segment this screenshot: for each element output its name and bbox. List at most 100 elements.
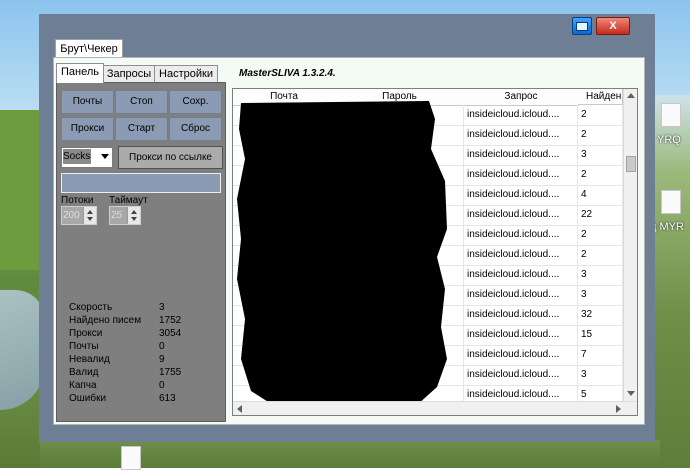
cell-query[interactable]: insideicloud.icloud....	[464, 305, 578, 325]
arrow-up-icon[interactable]	[131, 210, 137, 214]
cell-password[interactable]	[335, 185, 464, 205]
table-row[interactable]: insideicloud.icloud.... 3	[233, 265, 623, 286]
results-grid[interactable]: Почта Пароль Запрос Найден insideicloud.…	[232, 88, 638, 416]
table-row[interactable]: insideicloud.icloud.... 22	[233, 205, 623, 226]
cell-email[interactable]	[233, 185, 335, 205]
timeout-spin-buttons[interactable]	[127, 207, 140, 224]
tab-brute-checker[interactable]: Брут\Чекер	[55, 39, 123, 58]
cell-query[interactable]: insideicloud.icloud....	[464, 265, 578, 285]
cell-password[interactable]	[335, 325, 464, 345]
cell-email[interactable]	[233, 305, 335, 325]
start-button[interactable]: Старт	[115, 117, 168, 141]
cell-query[interactable]: insideicloud.icloud....	[464, 185, 578, 205]
column-header-found[interactable]: Найден	[578, 89, 623, 105]
cell-email[interactable]	[233, 285, 335, 305]
table-row[interactable]: insideicloud.icloud.... 2	[233, 225, 623, 246]
desktop-file-icon[interactable]	[661, 190, 681, 214]
cell-found[interactable]: 3	[578, 145, 623, 165]
minimize-button[interactable]	[572, 17, 592, 35]
cell-found[interactable]: 2	[578, 165, 623, 185]
timeout-stepper[interactable]: 25	[109, 206, 141, 225]
arrow-down-icon[interactable]	[87, 217, 93, 221]
table-row[interactable]: insideicloud.icloud.... 4	[233, 185, 623, 206]
cell-found[interactable]: 7	[578, 345, 623, 365]
close-button[interactable]: X	[596, 17, 630, 35]
tab-requests[interactable]: Запросы	[103, 65, 155, 82]
cell-password[interactable]	[335, 245, 464, 265]
table-row[interactable]: insideicloud.icloud.... 2	[233, 165, 623, 186]
cell-query[interactable]: insideicloud.icloud....	[464, 225, 578, 245]
cell-email[interactable]	[233, 245, 335, 265]
vertical-scrollbar[interactable]	[623, 89, 637, 401]
scroll-thumb[interactable]	[626, 156, 636, 172]
emails-button[interactable]: Почты	[61, 90, 114, 114]
proxy-button[interactable]: Прокси	[61, 117, 114, 141]
table-row[interactable]: insideicloud.icloud.... 2	[233, 125, 623, 146]
table-row[interactable]: insideicloud.icloud.... 3	[233, 285, 623, 306]
scroll-up-icon[interactable]	[627, 93, 635, 98]
cell-found[interactable]: 22	[578, 205, 623, 225]
cell-found[interactable]: 2	[578, 125, 623, 145]
table-row[interactable]: insideicloud.icloud.... 2	[233, 105, 623, 126]
column-header-email[interactable]: Почта	[233, 89, 336, 106]
table-row[interactable]: insideicloud.icloud.... 2	[233, 245, 623, 266]
cell-email[interactable]	[233, 225, 335, 245]
cell-found[interactable]: 32	[578, 305, 623, 325]
cell-email[interactable]	[233, 205, 335, 225]
desktop-file-icon[interactable]	[661, 103, 681, 127]
cell-email[interactable]	[233, 145, 335, 165]
table-row[interactable]: insideicloud.icloud.... 32	[233, 305, 623, 326]
column-header-query[interactable]: Запрос	[464, 89, 579, 106]
cell-email[interactable]	[233, 365, 335, 385]
scroll-right-icon[interactable]	[616, 405, 621, 413]
save-button[interactable]: Сохр.	[169, 90, 222, 114]
cell-found[interactable]: 3	[578, 365, 623, 385]
cell-password[interactable]	[335, 125, 464, 145]
arrow-up-icon[interactable]	[87, 210, 93, 214]
proxy-type-select[interactable]: Socks5	[61, 147, 113, 168]
cell-password[interactable]	[335, 165, 464, 185]
cell-query[interactable]: insideicloud.icloud....	[464, 125, 578, 145]
cell-query[interactable]: insideicloud.icloud....	[464, 165, 578, 185]
cell-email[interactable]	[233, 265, 335, 285]
cell-found[interactable]: 3	[578, 265, 623, 285]
cell-found[interactable]: 4	[578, 185, 623, 205]
cell-query[interactable]: insideicloud.icloud....	[464, 205, 578, 225]
threads-spin-buttons[interactable]	[83, 207, 96, 224]
cell-found[interactable]: 2	[578, 105, 623, 125]
cell-password[interactable]	[335, 225, 464, 245]
column-header-password[interactable]: Пароль	[335, 89, 465, 106]
table-row[interactable]: insideicloud.icloud.... 3	[233, 145, 623, 166]
scroll-left-icon[interactable]	[237, 405, 242, 413]
cell-password[interactable]	[335, 365, 464, 385]
desktop-text-file-icon[interactable]	[121, 446, 141, 470]
table-row[interactable]: insideicloud.icloud.... 7	[233, 345, 623, 366]
arrow-down-icon[interactable]	[131, 217, 137, 221]
cell-query[interactable]: insideicloud.icloud....	[464, 365, 578, 385]
cell-email[interactable]	[233, 125, 335, 145]
cell-password[interactable]	[335, 265, 464, 285]
stop-button[interactable]: Стоп	[115, 90, 168, 114]
cell-found[interactable]: 2	[578, 225, 623, 245]
cell-password[interactable]	[335, 305, 464, 325]
cell-password[interactable]	[335, 205, 464, 225]
cell-password[interactable]	[335, 105, 464, 125]
horizontal-scrollbar[interactable]	[233, 401, 637, 415]
cell-query[interactable]: insideicloud.icloud....	[464, 285, 578, 305]
reset-button[interactable]: Сброс	[169, 117, 222, 141]
cell-email[interactable]	[233, 105, 335, 125]
cell-email[interactable]	[233, 325, 335, 345]
cell-query[interactable]: insideicloud.icloud....	[464, 325, 578, 345]
path-input[interactable]	[61, 173, 221, 193]
cell-password[interactable]	[335, 285, 464, 305]
threads-stepper[interactable]: 200	[61, 206, 97, 225]
cell-query[interactable]: insideicloud.icloud....	[464, 245, 578, 265]
table-row[interactable]: insideicloud.icloud.... 15	[233, 325, 623, 346]
cell-query[interactable]: insideicloud.icloud....	[464, 105, 578, 125]
cell-email[interactable]	[233, 345, 335, 365]
cell-found[interactable]: 3	[578, 285, 623, 305]
tab-panel[interactable]: Панель	[56, 63, 104, 83]
cell-password[interactable]	[335, 345, 464, 365]
cell-query[interactable]: insideicloud.icloud....	[464, 345, 578, 365]
cell-email[interactable]	[233, 165, 335, 185]
